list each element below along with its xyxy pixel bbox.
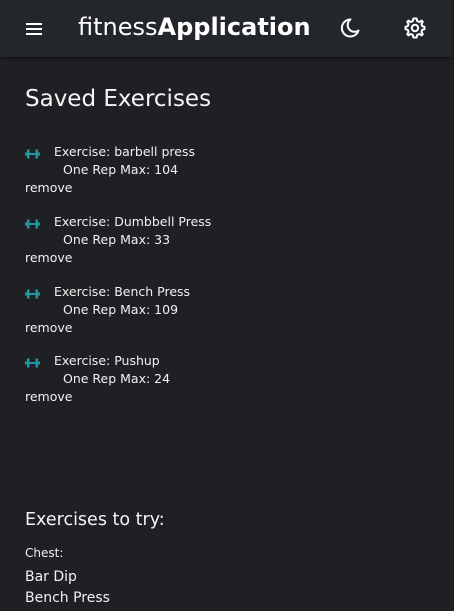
dumbbell-icon bbox=[25, 217, 40, 229]
app-bar: fitnessApplication bbox=[0, 0, 452, 57]
exercises-to-try-title: Exercises to try: bbox=[25, 510, 165, 530]
app-title: fitnessApplication bbox=[78, 12, 311, 42]
remove-button[interactable]: remove bbox=[25, 180, 72, 196]
one-rep-max: One Rep Max: 104 bbox=[63, 162, 179, 177]
saved-exercise-item: Exercise: barbell press One Rep Max: 104… bbox=[25, 142, 325, 202]
category-label: Chest: bbox=[25, 546, 64, 560]
dumbbell-icon bbox=[25, 287, 40, 299]
exercise-name: Exercise: Dumbbell Press bbox=[54, 214, 212, 229]
dumbbell-icon bbox=[25, 356, 40, 368]
gear-icon[interactable] bbox=[403, 16, 427, 40]
remove-button[interactable]: remove bbox=[25, 389, 72, 405]
app-title-bold: Application bbox=[157, 13, 311, 41]
one-rep-max: One Rep Max: 109 bbox=[63, 302, 179, 317]
saved-exercise-item: Exercise: Bench Press One Rep Max: 109 r… bbox=[25, 282, 325, 342]
exercise-name: Exercise: Pushup bbox=[54, 353, 160, 368]
dumbbell-icon bbox=[25, 147, 40, 159]
exercise-name: Exercise: barbell press bbox=[54, 144, 195, 159]
one-rep-max: One Rep Max: 33 bbox=[63, 232, 171, 247]
hamburger-menu-icon[interactable] bbox=[24, 18, 46, 40]
exercise-name: Exercise: Bench Press bbox=[54, 284, 191, 299]
app-title-light: fitness bbox=[78, 13, 158, 41]
suggested-exercise[interactable]: Bar Dip bbox=[25, 568, 77, 586]
moon-icon[interactable] bbox=[338, 16, 362, 40]
remove-button[interactable]: remove bbox=[25, 250, 72, 266]
one-rep-max: One Rep Max: 24 bbox=[63, 371, 171, 386]
saved-exercise-item: Exercise: Dumbbell Press One Rep Max: 33… bbox=[25, 212, 325, 272]
remove-button[interactable]: remove bbox=[25, 320, 72, 336]
saved-exercises-title: Saved Exercises bbox=[25, 86, 212, 112]
saved-exercise-item: Exercise: Pushup One Rep Max: 24 remove bbox=[25, 351, 325, 411]
suggested-exercise[interactable]: Bench Press bbox=[25, 589, 110, 607]
